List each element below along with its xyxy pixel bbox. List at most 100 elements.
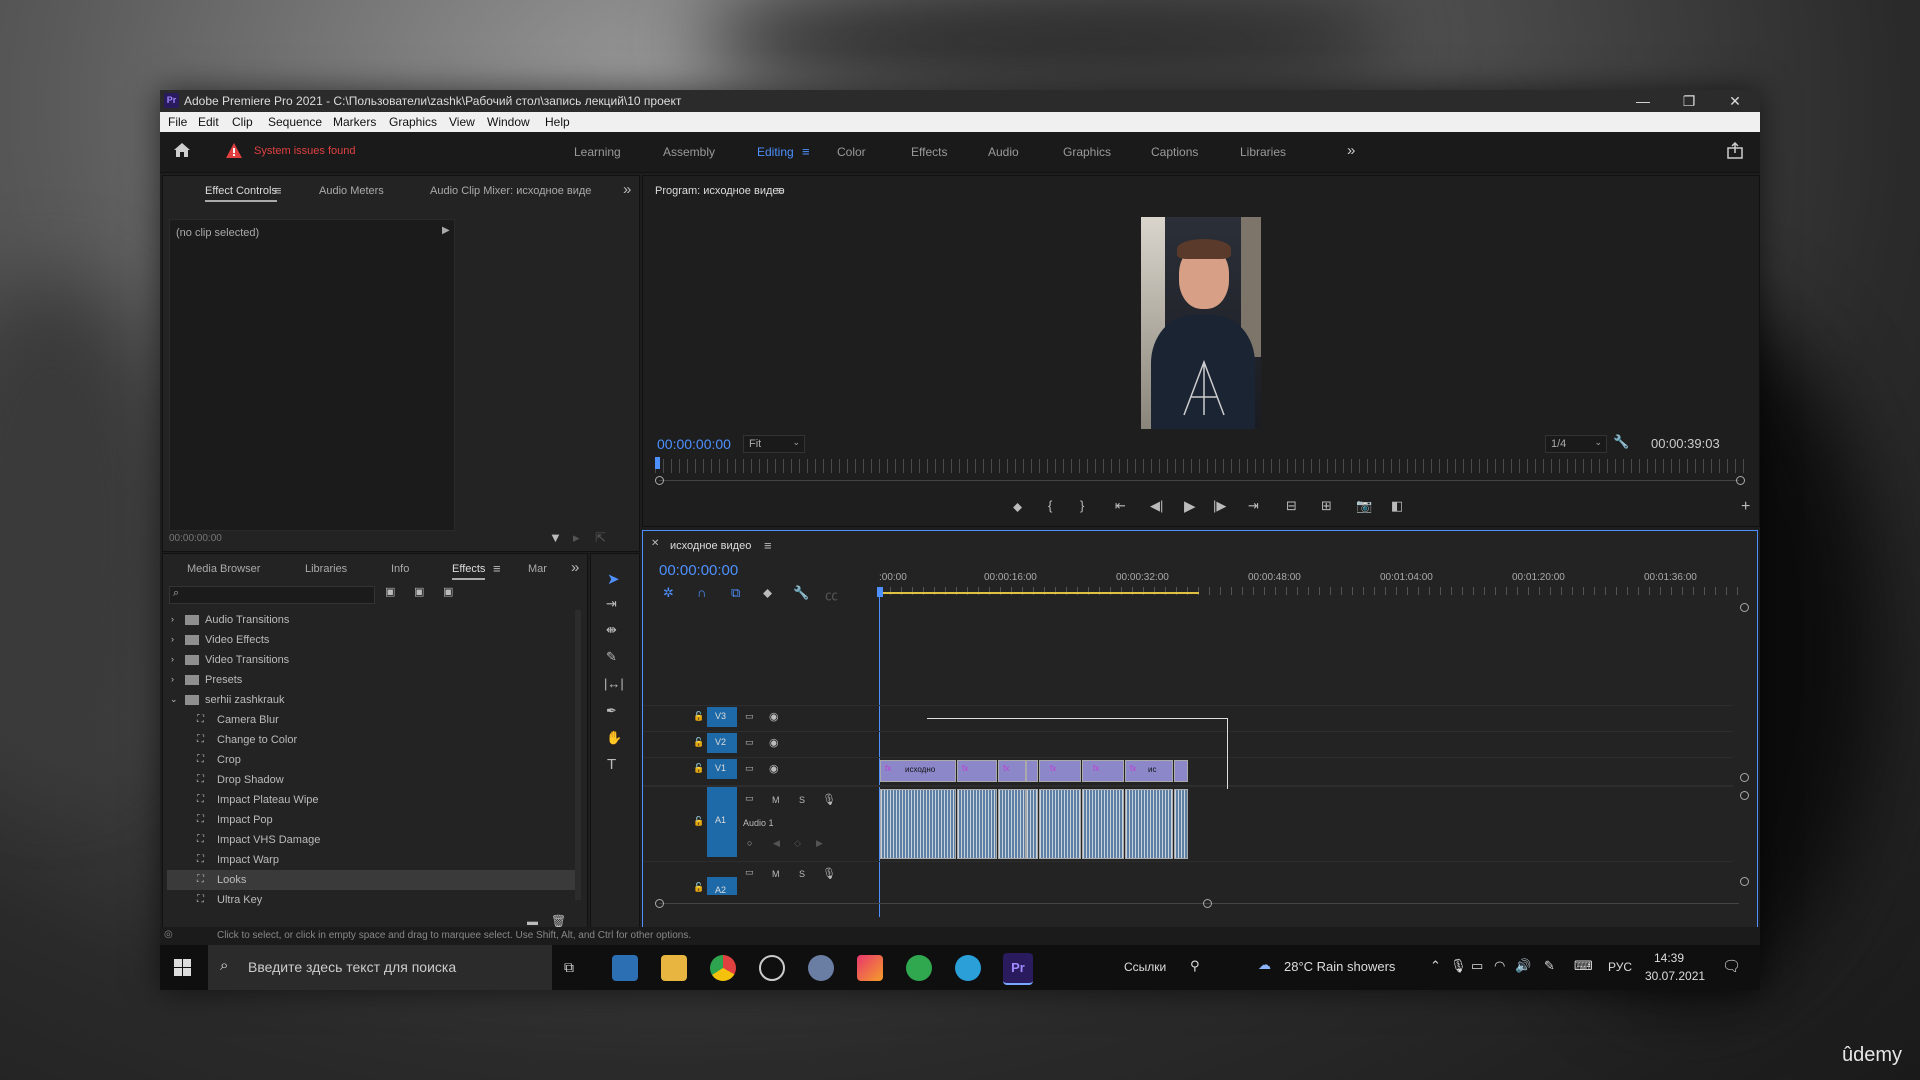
track-target-v1[interactable]: V1 <box>707 759 737 779</box>
resolution-dropdown[interactable]: 1/4 ⌄ <box>1545 435 1607 453</box>
obs-icon[interactable] <box>759 955 785 981</box>
menu-window[interactable]: Window <box>487 115 530 129</box>
vscroll-handle[interactable] <box>1740 603 1749 612</box>
vscroll-handle[interactable] <box>1740 773 1749 782</box>
32bit-effects-icon[interactable]: ▣ <box>414 585 424 598</box>
video-clip[interactable]: fx исходно <box>880 760 956 782</box>
keyboard-icon[interactable]: ⌨ <box>1574 958 1593 974</box>
track-target-v3[interactable]: V3 <box>707 707 737 727</box>
mark-in-icon[interactable]: { <box>1048 498 1052 513</box>
language-indicator[interactable]: РУС <box>1608 960 1632 974</box>
menu-clip[interactable]: Clip <box>232 115 253 129</box>
vscroll-handle[interactable] <box>1740 877 1749 886</box>
more-panels-icon[interactable]: » <box>623 181 631 198</box>
workspace-captions[interactable]: Captions <box>1151 145 1198 159</box>
workspace-editing[interactable]: Editing <box>757 145 794 159</box>
warning-icon[interactable] <box>226 143 242 161</box>
preset-item[interactable]: ⛶ Impact VHS Damage <box>167 830 577 850</box>
close-button[interactable]: ✕ <box>1712 90 1758 112</box>
expand-arrow-icon[interactable]: ▶ <box>442 225 450 236</box>
taskbar-search-box[interactable]: ⌕ Введите здесь текст для поиска <box>208 945 552 990</box>
sync-lock-icon[interactable]: ▭ <box>745 711 754 722</box>
tab-media-browser[interactable]: Media Browser <box>187 563 260 575</box>
scrubber-end-handle[interactable] <box>1736 476 1745 485</box>
solo-button[interactable]: S <box>799 795 805 805</box>
microphone-icon[interactable]: 🎙 <box>822 793 836 806</box>
audio-clip[interactable] <box>1174 789 1188 859</box>
audio-clip[interactable] <box>1082 789 1124 859</box>
work-area-bar[interactable] <box>879 592 1199 594</box>
wifi-icon[interactable]: ◠ <box>1494 958 1505 974</box>
track-target-a2[interactable]: A2 <box>707 877 737 895</box>
workspace-audio[interactable]: Audio <box>988 145 1019 159</box>
weather-text[interactable]: 28°C Rain showers <box>1284 959 1395 974</box>
settings-wrench-icon[interactable]: 🔧 <box>1613 434 1629 450</box>
premiere-taskbar-icon[interactable]: Pr <box>1003 953 1033 985</box>
preset-item[interactable]: ⛶ Crop <box>167 750 577 770</box>
chevron-up-icon[interactable]: ⌃ <box>1430 958 1441 974</box>
audio-clip[interactable] <box>957 789 997 859</box>
menu-markers[interactable]: Markers <box>333 115 376 129</box>
preset-item[interactable]: ⛶ Impact Pop <box>167 810 577 830</box>
more-workspaces-icon[interactable]: » <box>1347 142 1355 159</box>
linked-selection-icon[interactable]: ⧉ <box>731 585 740 601</box>
preset-item[interactable]: ⛶ Impact Plateau Wipe <box>167 790 577 810</box>
tab-effect-controls[interactable]: Effect Controls <box>205 185 277 202</box>
lock-icon[interactable]: 🔓 <box>693 763 704 774</box>
telegram-icon[interactable] <box>955 955 981 981</box>
eye-icon[interactable]: ◉ <box>769 710 779 723</box>
creative-cloud-icon[interactable] <box>857 955 883 981</box>
lock-icon[interactable]: 🔓 <box>693 882 704 893</box>
slip-tool-icon[interactable]: |↔| <box>604 676 624 691</box>
play-icon[interactable]: ▶ <box>1184 497 1196 515</box>
step-forward-icon[interactable]: |▶ <box>1213 498 1226 514</box>
add-marker-icon[interactable]: ⬥ <box>1013 499 1022 515</box>
workspace-effects[interactable]: Effects <box>911 145 947 159</box>
panel-menu-icon[interactable]: ≡ <box>274 183 282 198</box>
task-view-icon[interactable]: ⧉ <box>564 959 574 976</box>
workspace-libraries[interactable]: Libraries <box>1240 145 1286 159</box>
audio-clip[interactable] <box>880 789 956 859</box>
store-icon[interactable] <box>612 955 638 981</box>
microphone-icon[interactable]: 🎙 <box>822 867 836 880</box>
chrome-icon[interactable] <box>710 955 736 981</box>
hscroll-start-handle[interactable] <box>655 899 664 908</box>
eye-icon[interactable]: ◉ <box>769 762 779 775</box>
program-timecode[interactable]: 00:00:00:00 <box>657 436 731 452</box>
volume-icon[interactable]: 🔊 <box>1515 958 1531 974</box>
sync-lock-icon[interactable]: ▭ <box>745 867 754 878</box>
workspace-learning[interactable]: Learning <box>574 145 621 159</box>
people-icon[interactable]: ⚲ <box>1190 958 1200 974</box>
hand-tool-icon[interactable]: ✋ <box>606 730 622 746</box>
vscroll-handle[interactable] <box>1740 791 1749 800</box>
lock-icon[interactable]: 🔓 <box>693 816 704 827</box>
sync-lock-icon[interactable]: ▭ <box>745 763 754 774</box>
preset-item[interactable]: ⛶ Camera Blur <box>167 710 577 730</box>
go-to-in-icon[interactable]: ⇤ <box>1115 498 1126 514</box>
preset-item[interactable]: ⛶ Ultra Key <box>167 890 577 910</box>
timeline-settings-icon[interactable]: 🔧 <box>793 585 809 601</box>
snap-icon[interactable]: ∩ <box>697 585 706 600</box>
notifications-icon[interactable]: 🗨 <box>1722 957 1741 975</box>
eye-icon[interactable]: ◉ <box>769 736 779 749</box>
program-scrubber[interactable] <box>655 459 1745 473</box>
solo-button[interactable]: S <box>799 869 805 879</box>
export-frame-icon[interactable]: 📷 <box>1356 498 1372 514</box>
sync-lock-icon[interactable]: ▭ <box>745 737 754 748</box>
list-item[interactable]: › Video Transitions <box>167 650 577 670</box>
tab-effects[interactable]: Effects <box>452 563 486 580</box>
effects-scrollbar[interactable] <box>575 610 581 900</box>
track-target-v2[interactable]: V2 <box>707 733 737 753</box>
effects-search-input[interactable]: ⌕ <box>169 586 375 604</box>
workspace-menu-icon[interactable]: ≡ <box>802 144 810 159</box>
timeline-playhead[interactable] <box>877 587 883 597</box>
lock-icon[interactable]: 🔓 <box>693 711 704 722</box>
lift-icon[interactable]: ⊟ <box>1286 498 1297 514</box>
tab-libraries[interactable]: Libraries <box>305 563 347 575</box>
extract-icon[interactable]: ⊞ <box>1321 498 1332 514</box>
menu-graphics[interactable]: Graphics <box>389 115 437 129</box>
selection-tool-icon[interactable]: ➤ <box>607 570 620 588</box>
menu-file[interactable]: File <box>168 115 187 129</box>
zoom-fit-dropdown[interactable]: Fit ⌄ <box>743 435 805 453</box>
battery-icon[interactable]: ▭ <box>1471 958 1483 974</box>
